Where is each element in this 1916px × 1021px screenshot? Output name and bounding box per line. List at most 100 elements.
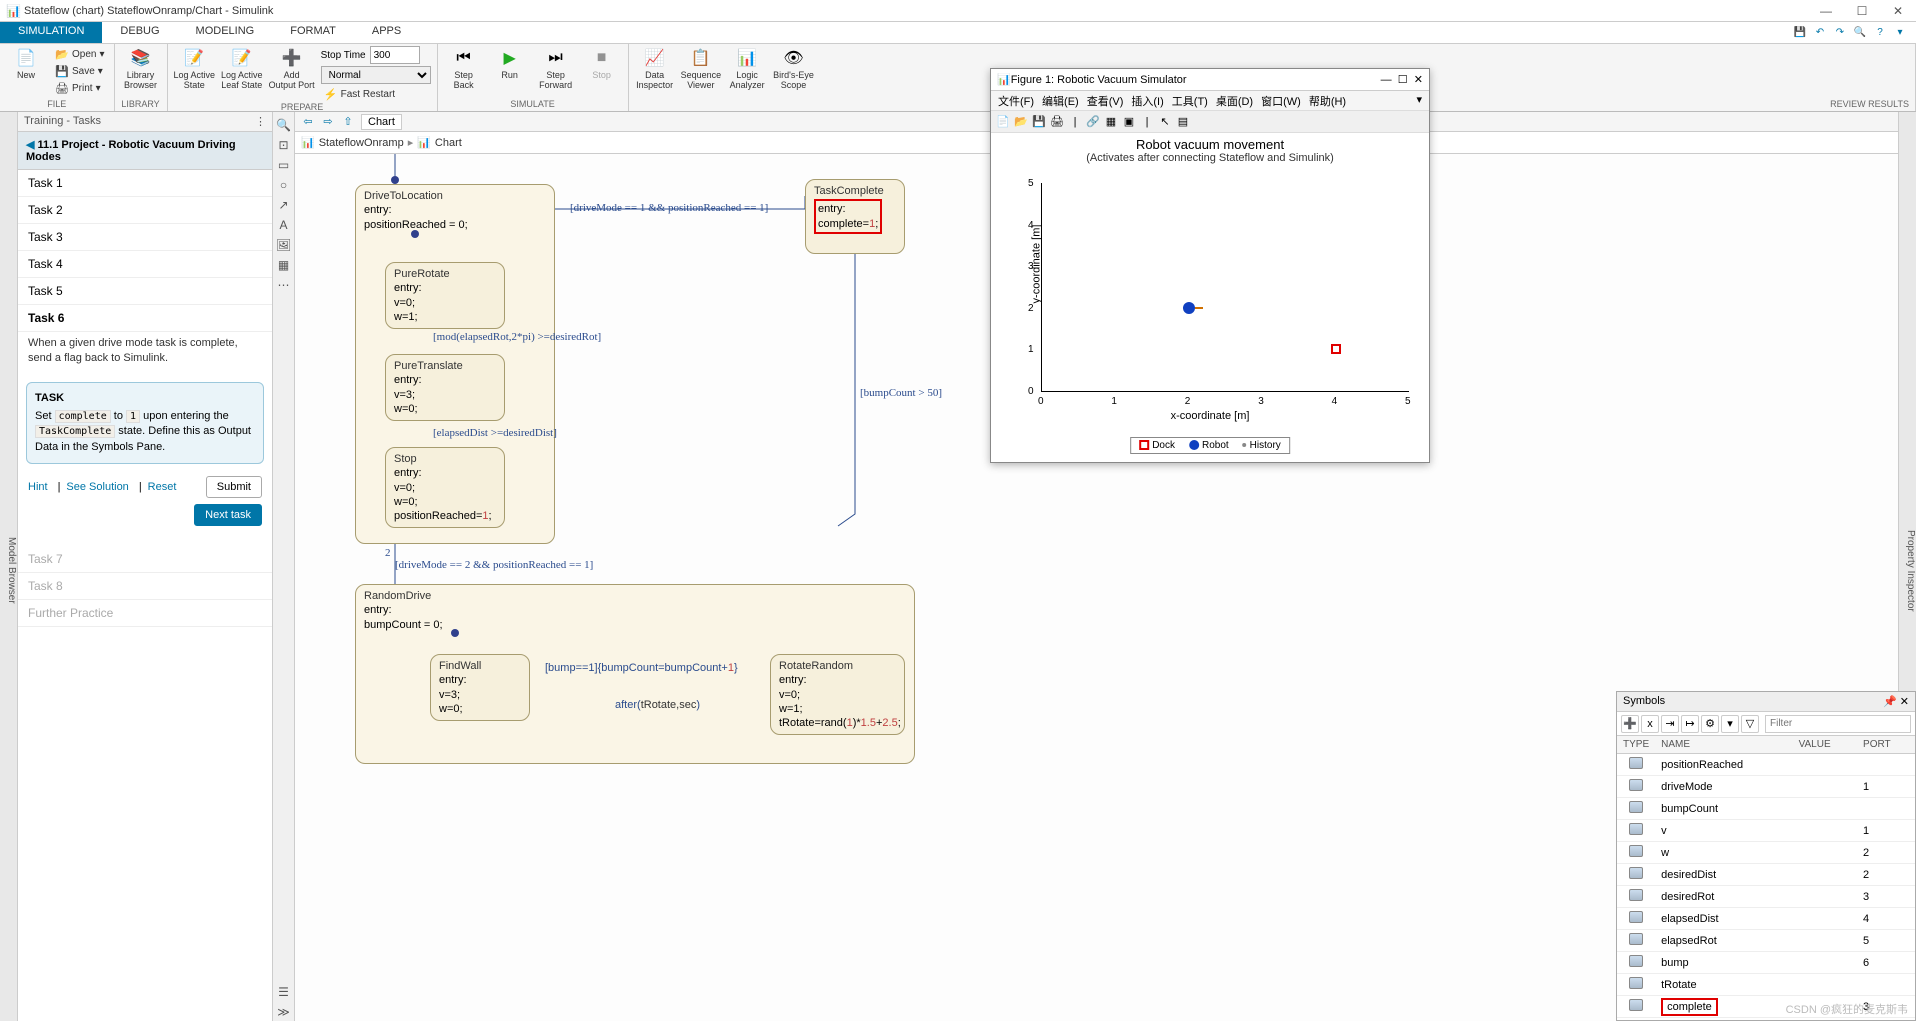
- stop-sim-button[interactable]: ■Stop: [582, 46, 622, 81]
- undo-icon[interactable]: ↶: [1812, 25, 1828, 41]
- task-6[interactable]: Task 6: [18, 305, 272, 332]
- symbol-row[interactable]: elapsedRot5: [1617, 930, 1915, 952]
- nav-up-icon[interactable]: ⇧: [341, 115, 355, 128]
- task-3[interactable]: Task 3: [18, 224, 272, 251]
- save-qa-icon[interactable]: 💾: [1792, 25, 1808, 41]
- see-solution-link[interactable]: See Solution: [66, 481, 128, 493]
- fig-cursor-icon[interactable]: ↖: [1157, 114, 1173, 130]
- stop-time-input[interactable]: [370, 46, 420, 64]
- menu-view[interactable]: 查看(V): [1084, 93, 1127, 108]
- symbol-row[interactable]: desiredDist2: [1617, 864, 1915, 886]
- menu-window[interactable]: 窗口(W): [1258, 93, 1304, 108]
- symbol-row[interactable]: driveMode1: [1617, 776, 1915, 798]
- transition-mode2-num[interactable]: 2: [385, 547, 391, 559]
- fig-save-icon[interactable]: 💾: [1031, 114, 1047, 130]
- fig-dock-icon[interactable]: ▣: [1121, 114, 1137, 130]
- hint-link[interactable]: Hint: [28, 481, 48, 493]
- symbol-row[interactable]: elapsedDist4: [1617, 908, 1915, 930]
- symbol-row[interactable]: bump6: [1617, 952, 1915, 974]
- logic-analyzer-button[interactable]: 📊Logic Analyzer: [727, 46, 767, 91]
- crumb-root[interactable]: StateflowOnramp: [319, 137, 404, 149]
- figure-window[interactable]: 📊 Figure 1: Robotic Vacuum Simulator — ☐…: [990, 68, 1430, 463]
- symbol-row[interactable]: positionReached: [1617, 754, 1915, 776]
- more-icon[interactable]: ⋯: [275, 276, 293, 294]
- nav-fwd-icon[interactable]: ⇨: [321, 115, 335, 128]
- library-browser-button[interactable]: 📚Library Browser: [121, 46, 161, 91]
- fig-print-icon[interactable]: 🖨: [1049, 114, 1065, 130]
- state-stop[interactable]: Stop entry: v=0; w=0; positionReached=1;: [385, 447, 505, 528]
- training-breadcrumb[interactable]: ◀ 11.1 Project - Robotic Vacuum Driving …: [18, 132, 272, 170]
- chart-list-icon[interactable]: ☰: [275, 983, 293, 1001]
- fast-restart-button[interactable]: ⚡Fast Restart: [321, 86, 431, 102]
- sym-more-icon[interactable]: ▾: [1721, 715, 1739, 733]
- state-pure-rotate[interactable]: PureRotate entry: v=0; w=1;: [385, 262, 505, 329]
- sym-add-icon[interactable]: ➕: [1621, 715, 1639, 733]
- transition-bumpcount[interactable]: [bumpCount > 50]: [860, 387, 942, 399]
- symbols-pin-icon[interactable]: 📌: [1883, 696, 1897, 708]
- sym-var-icon[interactable]: x: [1641, 715, 1659, 733]
- fig-maximize-icon[interactable]: ☐: [1398, 73, 1408, 86]
- close-icon[interactable]: ✕: [1886, 4, 1910, 18]
- crumb-chart[interactable]: Chart: [435, 137, 462, 149]
- new-button[interactable]: 📄New: [6, 46, 46, 81]
- task-7[interactable]: Task 7: [18, 546, 272, 573]
- menu-file[interactable]: 文件(F): [995, 93, 1037, 108]
- menu-tools[interactable]: 工具(T): [1169, 93, 1211, 108]
- transition-mode2[interactable]: [driveMode == 2 && positionReached == 1]: [395, 559, 593, 571]
- data-inspector-button[interactable]: 📈Data Inspector: [635, 46, 675, 91]
- task-further[interactable]: Further Practice: [18, 600, 272, 627]
- nav-back-icon[interactable]: ⇦: [301, 115, 315, 128]
- state-pure-translate[interactable]: PureTranslate entry: v=3; w=0;: [385, 354, 505, 421]
- task-5[interactable]: Task 5: [18, 278, 272, 305]
- maximize-icon[interactable]: ☐: [1850, 4, 1874, 18]
- sim-mode-select[interactable]: Normal: [321, 66, 431, 84]
- symbol-row[interactable]: tRotate: [1617, 974, 1915, 996]
- fig-data-icon[interactable]: ▤: [1175, 114, 1191, 130]
- redo-icon[interactable]: ↷: [1832, 25, 1848, 41]
- symbol-row[interactable]: desiredRot3: [1617, 886, 1915, 908]
- text-icon[interactable]: A: [275, 216, 293, 234]
- state-rotate-random[interactable]: RotateRandom entry: v=0; w=1; tRotate=ra…: [770, 654, 905, 735]
- menu-more-icon[interactable]: ▾: [1413, 93, 1425, 108]
- birds-eye-button[interactable]: 👁Bird's-Eye Scope: [773, 46, 814, 91]
- task-4[interactable]: Task 4: [18, 251, 272, 278]
- symbol-row[interactable]: bumpCount: [1617, 798, 1915, 820]
- model-browser-gutter[interactable]: Model Browser: [0, 112, 18, 1021]
- panel-menu-icon[interactable]: ⋮: [255, 115, 266, 128]
- state-find-wall[interactable]: FindWall entry: v=3; w=0;: [430, 654, 530, 721]
- sym-filter-icon[interactable]: ▽: [1741, 715, 1759, 733]
- log-active-state-button[interactable]: 📝Log Active State: [174, 46, 216, 91]
- transition-after[interactable]: after(tRotate,sec): [615, 699, 700, 711]
- fig-link-icon[interactable]: 🔗: [1085, 114, 1101, 130]
- add-output-port-button[interactable]: ➕Add Output Port: [269, 46, 315, 91]
- print-button[interactable]: 🖨Print ▾: [52, 80, 108, 96]
- zoom-in-icon[interactable]: 🔍: [275, 116, 293, 134]
- menu-edit[interactable]: 编辑(E): [1039, 93, 1082, 108]
- help-icon[interactable]: ?: [1872, 25, 1888, 41]
- state-task-complete[interactable]: TaskComplete entry: complete=1;: [805, 179, 905, 254]
- table-icon[interactable]: ▦: [275, 256, 293, 274]
- task-2[interactable]: Task 2: [18, 197, 272, 224]
- sym-resolve-icon[interactable]: ⚙: [1701, 715, 1719, 733]
- canvas-tab[interactable]: Chart: [361, 114, 402, 130]
- fit-icon[interactable]: ⊡: [275, 136, 293, 154]
- tab-modeling[interactable]: MODELING: [178, 22, 273, 43]
- save-button[interactable]: 💾Save ▾: [52, 63, 108, 79]
- tab-format[interactable]: FORMAT: [272, 22, 354, 43]
- open-button[interactable]: 📂Open ▾: [52, 46, 108, 62]
- next-task-button[interactable]: Next task: [194, 504, 262, 526]
- step-back-button[interactable]: ⏮Step Back: [444, 46, 484, 91]
- log-leaf-state-button[interactable]: 📝Log Active Leaf State: [221, 46, 263, 91]
- menu-insert[interactable]: 插入(I): [1128, 93, 1166, 108]
- tab-debug[interactable]: DEBUG: [102, 22, 177, 43]
- transition-dist[interactable]: [elapsedDist >=desiredDist]: [433, 427, 557, 439]
- task-8[interactable]: Task 8: [18, 573, 272, 600]
- expand-icon[interactable]: ▾: [1892, 25, 1908, 41]
- minimize-icon[interactable]: —: [1814, 4, 1838, 18]
- symbol-row[interactable]: v1: [1617, 820, 1915, 842]
- fig-close-icon[interactable]: ✕: [1414, 73, 1423, 86]
- sym-out-icon[interactable]: ↦: [1681, 715, 1699, 733]
- menu-desktop[interactable]: 桌面(D): [1213, 93, 1256, 108]
- arrow-icon[interactable]: ↗: [275, 196, 293, 214]
- image-icon[interactable]: 🖼: [275, 236, 293, 254]
